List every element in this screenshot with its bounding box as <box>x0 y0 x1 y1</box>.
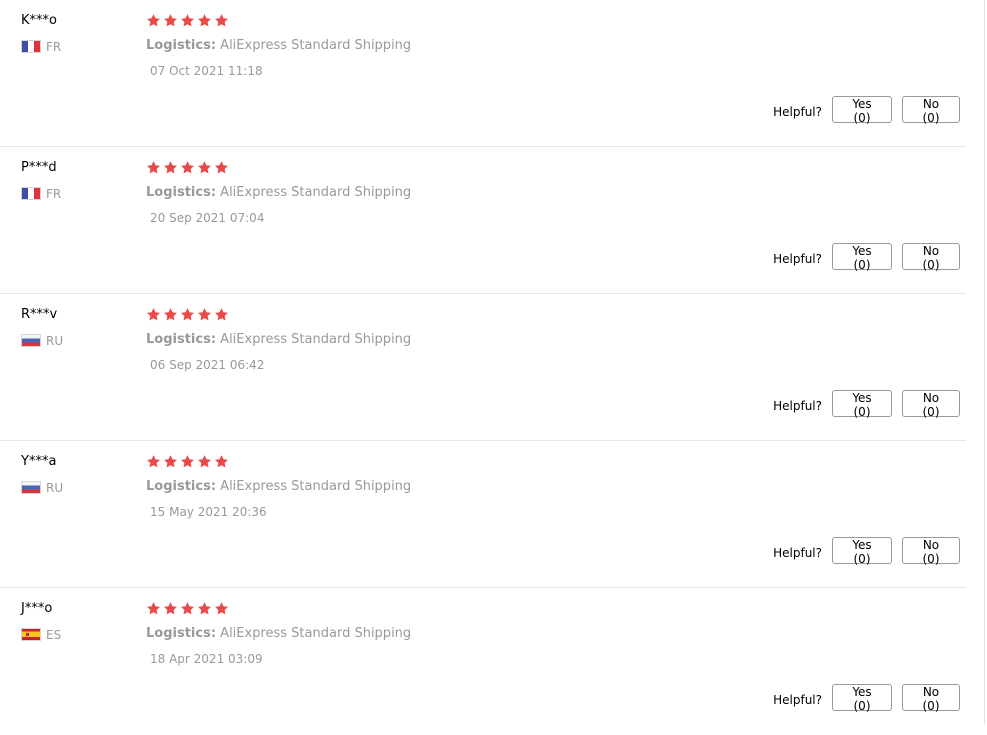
reviewer-country: ES <box>21 627 61 642</box>
logistics-value: AliExpress Standard Shipping <box>220 479 412 494</box>
star-icon <box>214 454 229 469</box>
flag-russia-icon <box>21 334 41 347</box>
star-icon <box>197 601 212 616</box>
country-code: ES <box>46 627 62 642</box>
flag-russia-icon <box>21 481 41 494</box>
country-code: FR <box>46 39 62 54</box>
star-icon <box>163 160 178 175</box>
logistics-info: Logistics: AliExpress Standard Shipping <box>146 332 411 347</box>
helpful-no-button[interactable]: No (0) <box>902 684 960 713</box>
flag-france-icon <box>21 187 41 200</box>
reviewer-country: FR <box>21 186 61 201</box>
star-icon <box>197 454 212 469</box>
country-code: FR <box>46 186 62 201</box>
helpful-no-button[interactable]: No (0) <box>902 537 960 566</box>
star-icon <box>163 307 178 322</box>
helpful-yes-button[interactable]: Yes (0) <box>832 537 892 566</box>
helpful-controls: Helpful? Yes (0) No (0) <box>773 537 960 566</box>
helpful-yes-button[interactable]: Yes (0) <box>832 684 892 713</box>
helpful-no-button[interactable]: No (0) <box>902 390 960 419</box>
star-icon <box>214 307 229 322</box>
reviewer-country: RU <box>21 333 63 348</box>
review-item: R***v RU Logistics: AliExpress Standard … <box>0 294 966 441</box>
star-icon <box>146 307 161 322</box>
logistics-info: Logistics: AliExpress Standard Shipping <box>146 185 411 200</box>
review-item: J***o ES Logistics: AliExpress Standard … <box>0 588 966 735</box>
reviewer-name: J***o <box>21 601 53 616</box>
star-icon <box>214 160 229 175</box>
logistics-label: Logistics: <box>146 479 217 494</box>
review-date: 18 Apr 2021 03:09 <box>150 652 263 666</box>
star-icon <box>180 601 195 616</box>
review-item: P***d FR Logistics: AliExpress Standard … <box>0 147 966 294</box>
helpful-yes-button[interactable]: Yes (0) <box>832 96 892 125</box>
star-icon <box>214 13 229 28</box>
logistics-value: AliExpress Standard Shipping <box>220 626 412 641</box>
flag-france-icon <box>21 40 41 53</box>
reviewer-name: R***v <box>21 307 58 322</box>
star-icon <box>180 13 195 28</box>
helpful-label: Helpful? <box>773 104 822 119</box>
star-icon <box>163 13 178 28</box>
star-rating <box>146 454 231 469</box>
helpful-no-button[interactable]: No (0) <box>902 243 960 272</box>
star-icon <box>163 454 178 469</box>
logistics-info: Logistics: AliExpress Standard Shipping <box>146 38 411 53</box>
star-icon <box>146 454 161 469</box>
logistics-value: AliExpress Standard Shipping <box>220 185 412 200</box>
star-rating <box>146 160 231 175</box>
country-code: RU <box>46 480 64 495</box>
star-icon <box>163 601 178 616</box>
review-date: 07 Oct 2021 11:18 <box>150 64 263 78</box>
logistics-value: AliExpress Standard Shipping <box>220 38 412 53</box>
right-edge-divider <box>984 0 985 724</box>
star-rating <box>146 307 231 322</box>
star-icon <box>180 160 195 175</box>
star-icon <box>146 13 161 28</box>
review-item: Y***a RU Logistics: AliExpress Standard … <box>0 441 966 588</box>
star-rating <box>146 13 231 28</box>
star-icon <box>197 307 212 322</box>
helpful-yes-button[interactable]: Yes (0) <box>832 390 892 419</box>
country-code: RU <box>46 333 64 348</box>
star-icon <box>146 601 161 616</box>
helpful-label: Helpful? <box>773 692 822 707</box>
review-date: 06 Sep 2021 06:42 <box>150 358 265 372</box>
helpful-label: Helpful? <box>773 545 822 560</box>
helpful-controls: Helpful? Yes (0) No (0) <box>773 243 960 272</box>
helpful-controls: Helpful? Yes (0) No (0) <box>773 390 960 419</box>
star-icon <box>197 13 212 28</box>
star-icon <box>197 160 212 175</box>
logistics-info: Logistics: AliExpress Standard Shipping <box>146 626 411 641</box>
review-item: K***o FR Logistics: AliExpress Standard … <box>0 0 966 147</box>
reviewer-name: P***d <box>21 160 57 175</box>
logistics-info: Logistics: AliExpress Standard Shipping <box>146 479 411 494</box>
reviewer-country: FR <box>21 39 61 54</box>
helpful-controls: Helpful? Yes (0) No (0) <box>773 684 960 713</box>
helpful-yes-button[interactable]: Yes (0) <box>832 243 892 272</box>
review-date: 15 May 2021 20:36 <box>150 505 267 519</box>
star-icon <box>180 307 195 322</box>
star-icon <box>146 160 161 175</box>
helpful-controls: Helpful? Yes (0) No (0) <box>773 96 960 125</box>
logistics-label: Logistics: <box>146 38 217 53</box>
helpful-label: Helpful? <box>773 251 822 266</box>
logistics-label: Logistics: <box>146 185 217 200</box>
logistics-value: AliExpress Standard Shipping <box>220 332 412 347</box>
flag-spain-icon <box>21 628 41 641</box>
logistics-label: Logistics: <box>146 332 217 347</box>
reviewer-country: RU <box>21 480 63 495</box>
star-icon <box>180 454 195 469</box>
logistics-label: Logistics: <box>146 626 217 641</box>
review-date: 20 Sep 2021 07:04 <box>150 211 265 225</box>
helpful-no-button[interactable]: No (0) <box>902 96 960 125</box>
reviewer-name: K***o <box>21 13 57 28</box>
star-icon <box>214 601 229 616</box>
helpful-label: Helpful? <box>773 398 822 413</box>
reviewer-name: Y***a <box>21 454 57 469</box>
star-rating <box>146 601 231 616</box>
